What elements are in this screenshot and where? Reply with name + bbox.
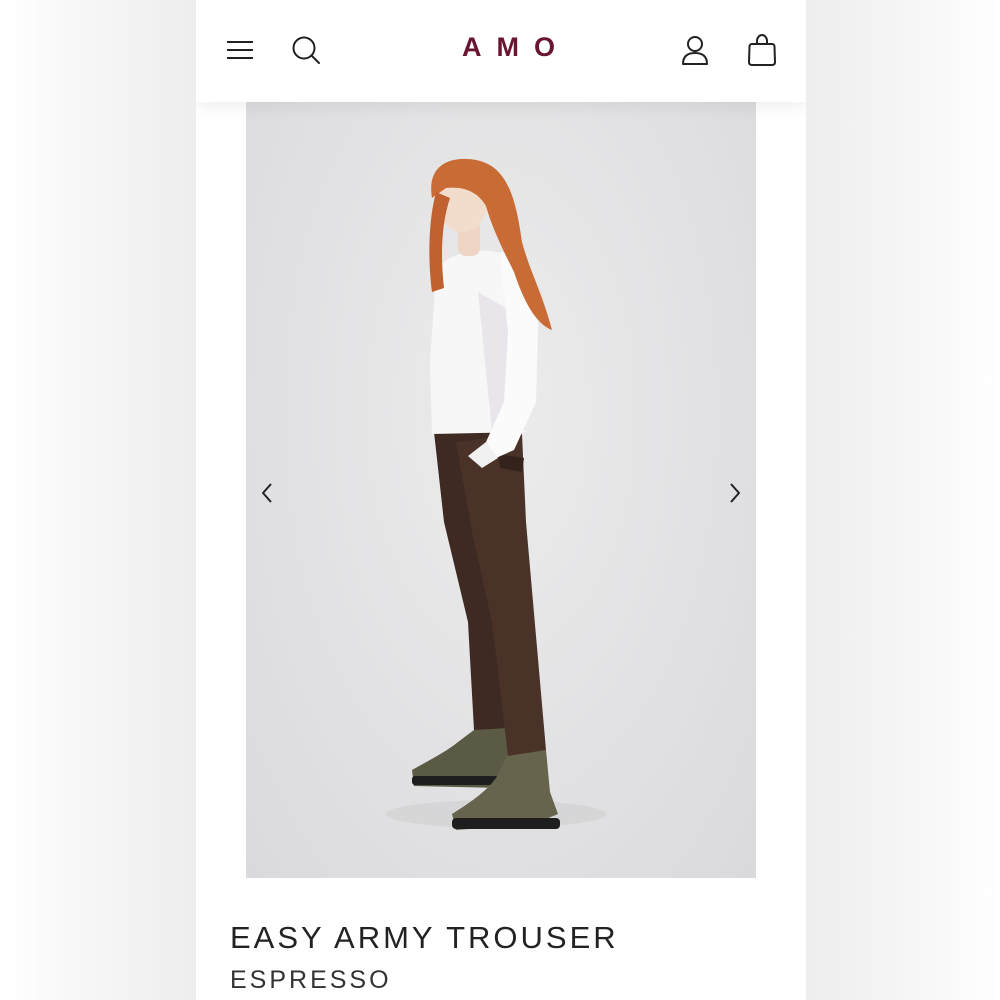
user-icon[interactable] <box>678 33 712 67</box>
product-photo <box>386 158 606 830</box>
product-title: EASY ARMY TROUSER <box>230 920 619 955</box>
site-header: AMO <box>196 0 806 102</box>
page-backdrop-right <box>806 0 1000 1000</box>
brand-logo[interactable]: AMO <box>401 32 616 63</box>
page-backdrop-left <box>0 0 196 1000</box>
chevron-right-icon[interactable] <box>720 478 750 508</box>
shopping-bag-icon[interactable] <box>745 33 779 67</box>
product-image-gallery[interactable] <box>246 102 756 878</box>
mobile-viewport: AMO EASY ARMY TROUSER ESPRESSO <box>196 0 806 1000</box>
search-icon[interactable] <box>289 33 323 67</box>
hamburger-menu-icon[interactable] <box>223 33 257 67</box>
chevron-left-icon[interactable] <box>252 478 282 508</box>
product-color: ESPRESSO <box>230 966 392 994</box>
